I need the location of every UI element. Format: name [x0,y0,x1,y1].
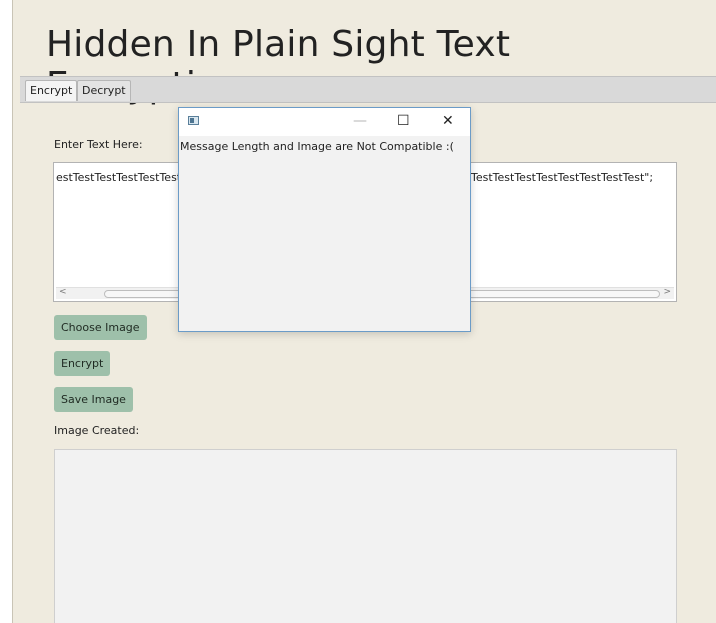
message-text-right: TestTestTestTestTestTestTestTest"; [471,171,654,184]
output-label: Image Created: [54,424,140,437]
dialog-message: Message Length and Image are Not Compati… [180,140,454,153]
window-icon [188,116,199,125]
tab-encrypt[interactable]: Encrypt [25,80,78,101]
error-dialog: — ☐ ✕ Message Length and Image are Not C… [178,107,471,332]
scroll-left-arrow-icon[interactable]: < [59,287,67,297]
minimize-icon[interactable]: — [353,112,367,130]
window-left-edge [0,0,13,623]
message-text-left: estTestTestTestTestTestT [56,171,188,184]
scroll-right-arrow-icon[interactable]: > [663,287,671,297]
app-window: { "app": { "title": "Hidden In Plain Sig… [0,0,716,623]
tab-bar: Encrypt Decrypt [20,76,716,103]
dialog-titlebar[interactable]: — ☐ ✕ [179,108,470,136]
image-preview-area [54,449,677,623]
choose-image-button[interactable]: Choose Image [54,315,147,340]
input-label: Enter Text Here: [54,138,143,151]
tab-decrypt[interactable]: Decrypt [77,80,131,101]
close-icon[interactable]: ✕ [442,112,454,130]
maximize-icon[interactable]: ☐ [397,112,410,130]
save-image-button[interactable]: Save Image [54,387,133,412]
encrypt-button[interactable]: Encrypt [54,351,111,376]
